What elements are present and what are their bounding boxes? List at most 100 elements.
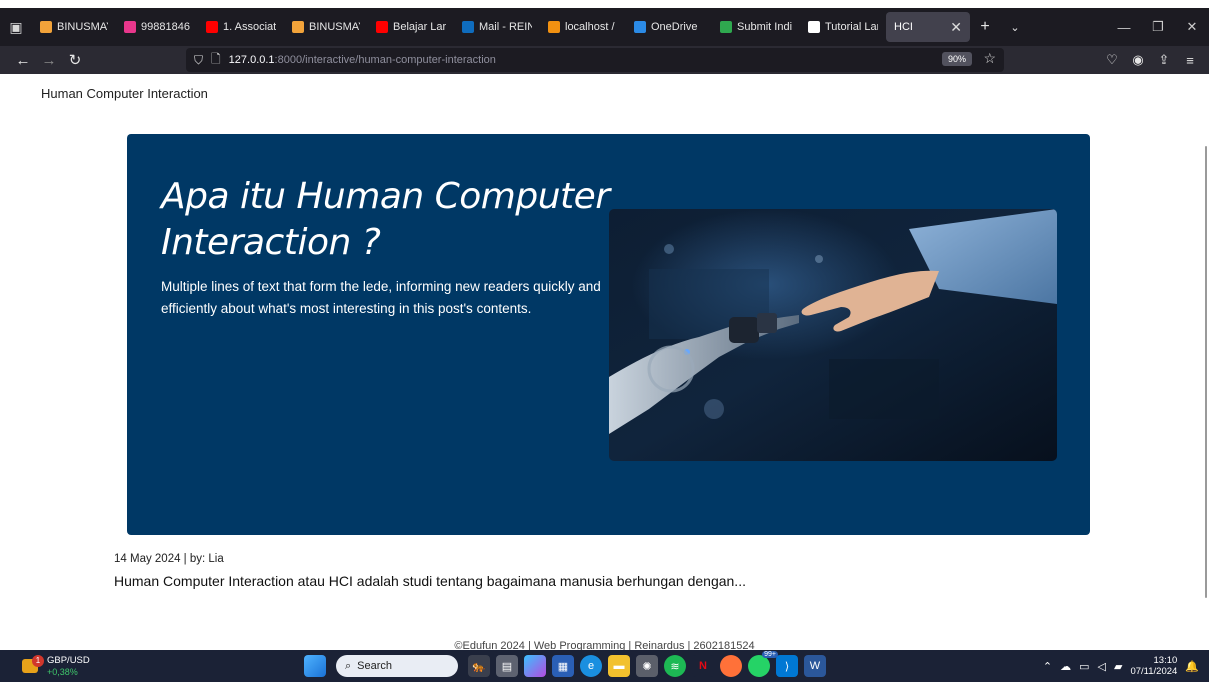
tab-item[interactable]: Belajar Lara (368, 12, 454, 42)
search-label: Search (357, 660, 393, 672)
system-tray: ⌃ ☁ ▭ ◁ ▰ 13:10 07/11/2024 🔔 (1043, 650, 1209, 682)
shield-icon[interactable]: ⛉ (194, 53, 203, 68)
tab-item[interactable]: Mail - REIN/ (454, 12, 540, 42)
outlook-icon (462, 21, 474, 33)
clock-time: 13:10 (1153, 655, 1178, 666)
windows-taskbar: 1 GBP/USD +0,38% ⌕ Search 🐅 ▤ ▦ e ▬ ✺ ≋ … (0, 650, 1209, 682)
new-tab-icon[interactable]: + (970, 12, 1000, 42)
url-bar[interactable]: ⛉ 🗋 127.0.0.1:8000/interactive/human-com… (186, 48, 1004, 72)
account-icon[interactable]: ◉ (1125, 46, 1151, 74)
spotify-icon[interactable]: ≋ (664, 655, 686, 677)
onedrive-icon (634, 21, 646, 33)
task-view-icon[interactable]: ▤ (496, 655, 518, 677)
nav-toolbar-right: ♡ ◉ ⇪ ≡ (1099, 46, 1203, 74)
browser-nav-bar: ← → ↻ ⛉ 🗋 127.0.0.1:8000/interactive/hum… (0, 46, 1209, 74)
tab-label: BINUSMAYA (309, 21, 360, 33)
url-host: 127.0.0.1 (228, 54, 275, 66)
battery-icon[interactable]: ▰ (1114, 660, 1122, 673)
tab-item[interactable]: OneDrive (626, 12, 712, 42)
chatgpt-icon[interactable]: ✺ (636, 655, 658, 677)
tab-item[interactable]: localhost / 1 (540, 12, 626, 42)
submit-icon (720, 21, 732, 33)
notification-bell-icon[interactable]: 🔔 (1185, 660, 1199, 673)
extensions-icon[interactable]: ⇪ (1151, 46, 1177, 74)
tab-label: HCI (894, 21, 913, 33)
calendar-app-icon[interactable]: ▦ (552, 655, 574, 677)
clock-date: 07/11/2024 (1130, 666, 1178, 677)
whatsapp-icon[interactable]: 99+ (748, 651, 778, 677)
tab-item[interactable]: BINUSMAYA (284, 12, 368, 42)
binus-icon (292, 21, 304, 33)
notification-badge: 1 (32, 655, 44, 667)
url-text[interactable]: 127.0.0.1:8000/interactive/human-compute… (229, 54, 496, 66)
copilot-icon[interactable] (524, 655, 546, 677)
restore-icon[interactable]: ❐ (1141, 8, 1175, 46)
back-icon[interactable]: ← (10, 47, 36, 73)
network-icon[interactable]: ▭ (1079, 660, 1089, 673)
search-icon: ⌕ (345, 659, 352, 672)
cloud-sync-icon[interactable]: ☁ (1060, 660, 1071, 673)
post-excerpt[interactable]: Human Computer Interaction atau HCI adal… (114, 573, 746, 589)
tab-label: Mail - REIN/ (479, 21, 532, 33)
youtube-icon (206, 21, 218, 33)
hero-lede: Multiple lines of text that form the led… (161, 279, 601, 316)
post-meta: 14 May 2024 | by: Lia (114, 553, 224, 565)
browser-tab-bar: ▣ BINUSMAYA99881846681. AssociaticBINUSM… (0, 8, 1209, 46)
bookmark-star-icon[interactable]: ☆ (983, 50, 996, 67)
menu-icon[interactable]: ≡ (1177, 46, 1203, 74)
netflix-icon[interactable]: N (692, 655, 714, 677)
taskbar-apps: ⌕ Search 🐅 ▤ ▦ e ▬ ✺ ≋ N 99+ ⟩ W (304, 650, 826, 682)
tab-item[interactable]: 1. Associatic (198, 12, 284, 42)
file-explorer-icon[interactable]: ▬ (608, 655, 630, 677)
diamond-icon (124, 21, 136, 33)
ticker-change: +0,38% (47, 667, 78, 677)
close-tab-icon[interactable]: ✕ (950, 19, 962, 36)
vscode-icon[interactable]: ⟩ (776, 655, 798, 677)
tab-label: BINUSMAYA (57, 21, 108, 33)
tab-hci[interactable]: HCI ✕ (886, 12, 970, 42)
edge-icon[interactable]: e (580, 655, 602, 677)
tabs-list: BINUSMAYA 9988184668 1. Associatic BINUSMAY… (32, 12, 886, 42)
tab-label: 1. Associatic (223, 21, 276, 33)
tab-item[interactable]: Tutorial Lara (800, 12, 886, 42)
tab-label: Submit Indiv (737, 21, 792, 33)
tab-label: localhost / 1 (565, 21, 618, 33)
hero-banner: Apa itu Human Computer Interaction ? Mul… (127, 134, 1090, 535)
page-info-icon[interactable]: 🗋 (211, 50, 221, 71)
windows-start-icon[interactable] (304, 655, 326, 677)
window-controls: — ❐ ✕ (1107, 8, 1209, 46)
tab-item[interactable]: BINUSMAYA (32, 12, 116, 42)
close-window-icon[interactable]: ✕ (1175, 8, 1209, 46)
binus-icon (40, 21, 52, 33)
page-title: Human Computer Interaction (41, 86, 208, 101)
taskbar-search[interactable]: ⌕ Search (336, 655, 458, 677)
tray-overflow-icon[interactable]: ⌃ (1043, 660, 1052, 673)
stock-widget[interactable]: 1 GBP/USD +0,38% (20, 653, 100, 679)
zoom-badge[interactable]: 90% (941, 52, 972, 66)
tab-label: 9988184668 (141, 21, 190, 33)
reload-icon[interactable]: ↻ (62, 47, 88, 73)
phpmyadmin-icon (548, 21, 560, 33)
github-icon (808, 21, 820, 33)
tab-label: Belajar Lara (393, 21, 446, 33)
hero-title: Apa itu Human Computer Interaction ? (161, 176, 610, 263)
hero-image (609, 209, 1057, 461)
url-path: :8000/interactive/human-computer-interac… (274, 54, 496, 66)
page-scrollbar[interactable] (1205, 146, 1207, 598)
list-tabs-icon[interactable]: ⌄ (1000, 12, 1030, 42)
tab-item[interactable]: Submit Indiv (712, 12, 800, 42)
pocket-icon[interactable]: ♡ (1099, 46, 1125, 74)
taskbar-clock[interactable]: 13:10 07/11/2024 (1130, 655, 1177, 677)
ticker-name: GBP/USD (47, 655, 90, 666)
minimize-icon[interactable]: — (1107, 8, 1141, 46)
widget-tiger-icon[interactable]: 🐅 (468, 655, 490, 677)
word-icon[interactable]: W (804, 655, 826, 677)
tab-overview-icon[interactable]: ▣ (0, 12, 32, 42)
youtube-icon (376, 21, 388, 33)
tab-label: OneDrive (651, 21, 698, 33)
volume-icon[interactable]: ◁ (1098, 660, 1106, 673)
forward-icon[interactable]: → (36, 47, 62, 73)
tab-item[interactable]: 9988184668 (116, 12, 198, 42)
tab-label: Tutorial Lara (825, 21, 878, 33)
firefox-icon[interactable] (720, 655, 742, 677)
